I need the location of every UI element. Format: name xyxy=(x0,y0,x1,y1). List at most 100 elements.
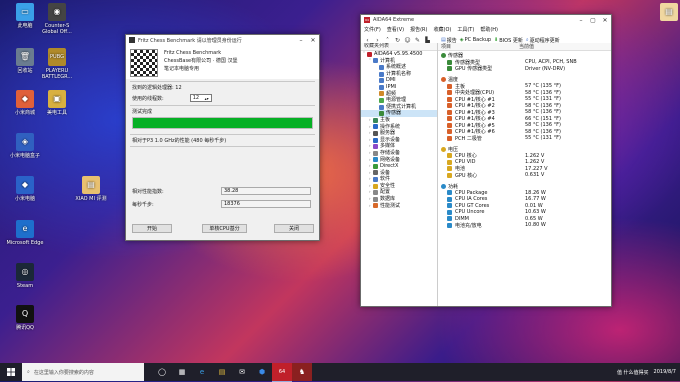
tree-item[interactable]: › 数据库 xyxy=(361,196,437,203)
close-button[interactable]: ✕ xyxy=(307,35,319,45)
tree-item[interactable]: 电源管理 xyxy=(361,97,437,104)
menu-item[interactable]: 收藏(O) xyxy=(434,26,452,33)
tree-item[interactable]: › 服务器 xyxy=(361,130,437,137)
sensor-icon xyxy=(447,203,452,209)
sensor-value: 58 °C (136 °F) xyxy=(525,102,561,109)
windows-logo-icon xyxy=(7,368,15,376)
tree-item-label: 主板 xyxy=(380,116,391,123)
desktop-icon[interactable]: ◎ Steam xyxy=(4,263,46,289)
sensor-row[interactable]: GPU 传感器类型 Driver (NV-DRV) xyxy=(441,66,611,72)
sensor-value: 58 °C (136 °F) xyxy=(525,109,561,116)
sensor-icon xyxy=(447,109,452,115)
desktop-icon[interactable]: ◉ Counter-S Global Off... xyxy=(36,3,78,35)
tree-item[interactable]: › 配置 xyxy=(361,189,437,196)
tree-item[interactable]: ˅ AIDA64 v5.95.4500 xyxy=(361,51,437,58)
tree-node-icon xyxy=(373,170,378,176)
sensor-value: 58 °C (136 °F) xyxy=(525,89,561,96)
taskbar-app-icon[interactable]: ◯ xyxy=(152,363,172,381)
taskbar-app-icon[interactable]: ✉ xyxy=(232,363,252,381)
sensor-row[interactable]: CPU 核心 1.262 V xyxy=(441,153,611,159)
tree-item[interactable]: › 显示设备 xyxy=(361,137,437,144)
tree-item[interactable]: › 性能测试 xyxy=(361,203,437,210)
detail-header-value[interactable]: 当前值 xyxy=(519,43,534,50)
close-button[interactable]: ✕ xyxy=(599,15,611,25)
sensor-row[interactable]: PCH 二极管 55 °C (131 °F) xyxy=(441,135,611,142)
tree-node-icon xyxy=(379,91,384,97)
desktop-icon[interactable]: ▤ XIAO MI 评测 xyxy=(70,176,112,202)
fritz-titlebar[interactable]: Fritz Chess Benchmark 请以管理员身份运行 – ✕ xyxy=(126,35,319,45)
desktop-icon[interactable]: ◆ 小米电脑 xyxy=(4,176,46,202)
taskbar-app-icon[interactable]: e xyxy=(192,363,212,381)
threads-stepper[interactable]: 12 ▴▾ xyxy=(189,94,212,102)
tree-node-icon xyxy=(379,97,384,103)
tray-time[interactable]: 2019/8/7 xyxy=(654,369,676,375)
tree-node-icon xyxy=(373,157,378,163)
aida-titlebar[interactable]: 64 AIDA64 Extreme – ▢ ✕ xyxy=(361,15,611,25)
taskbar-app-icon[interactable]: 64 xyxy=(272,362,292,382)
taskbar-app-icon[interactable]: ♞ xyxy=(292,362,312,381)
desktop-app-icon: ◎ xyxy=(16,263,34,281)
minimize-button[interactable]: – xyxy=(575,15,587,25)
sensor-row[interactable]: CPU Package 18.26 W xyxy=(441,190,611,197)
menu-item[interactable]: 文件(F) xyxy=(364,26,381,33)
tree-node-icon xyxy=(379,64,384,70)
maximize-button[interactable]: ▢ xyxy=(587,15,599,25)
tree-item[interactable]: 系统概述 xyxy=(361,64,437,71)
tree-item[interactable]: IPMI xyxy=(361,84,437,91)
sensor-row[interactable]: CPU IA Cores 16.77 W xyxy=(441,196,611,203)
menu-item[interactable]: 工具(T) xyxy=(457,26,474,33)
close-dialog-button[interactable]: 关闭 xyxy=(274,224,314,233)
desktop-icon[interactable]: Q 腾讯QQ xyxy=(4,305,46,331)
tree-pane: 收藏夹列表 ˅ AIDA64 v5.95.4500 ˅ 计算机 系统概述 计算机名称 DMI… xyxy=(361,43,438,306)
desktop-icon[interactable]: PUBG PLAYERU BATTLEGR... xyxy=(36,48,78,80)
desktop-icon[interactable]: e Microsoft Edge xyxy=(4,220,46,246)
desktop-icon[interactable]: ▣ 美电工具 xyxy=(36,90,78,116)
taskbar-search[interactable]: ⌕ 在这里输入你要搜索的内容 xyxy=(22,363,144,381)
progress-bar xyxy=(132,117,313,129)
tree-item-label: 存储设备 xyxy=(380,149,401,156)
tree-item-label: 多媒体 xyxy=(380,143,396,150)
desktop-icon[interactable]: ◈ 小米电脑盒子 xyxy=(4,133,46,159)
menu-item[interactable]: 帮助(H) xyxy=(480,26,498,33)
sensor-field: CPU IA Cores xyxy=(455,196,488,203)
tree-item[interactable]: › 操作系统 xyxy=(361,124,437,131)
taskbar-app-icon[interactable]: ▦ xyxy=(172,363,192,381)
sensor-field: CPU GT Cores xyxy=(455,202,490,209)
sensor-icon xyxy=(447,90,452,96)
sensor-row[interactable]: GPU 核心 0.631 V xyxy=(441,172,611,179)
tree-node-icon xyxy=(373,130,378,136)
tree-item[interactable]: › 存储设备 xyxy=(361,150,437,157)
tree-item[interactable]: › 网络设备 xyxy=(361,157,437,164)
tree-item-label: 电源管理 xyxy=(386,97,407,104)
taskbar-app-icon[interactable]: ⬢ xyxy=(252,363,272,381)
tree-item[interactable]: › 安全性 xyxy=(361,183,437,190)
tree-node-icon xyxy=(379,71,384,77)
menu-item[interactable]: 查看(V) xyxy=(387,26,404,33)
knodes-label: 每秒千步: xyxy=(132,202,154,208)
tree-item[interactable]: › 软件 xyxy=(361,176,437,183)
sensor-row[interactable]: CPU Uncore 10.63 W xyxy=(441,209,611,216)
sensor-icon xyxy=(447,153,452,159)
tree-item[interactable]: › DirectX xyxy=(361,163,437,170)
menu-item[interactable]: 报告(R) xyxy=(410,26,427,33)
tree-item[interactable]: › 主板 xyxy=(361,117,437,124)
detail-header-field[interactable]: 项目 xyxy=(441,43,519,50)
tree-node-icon xyxy=(373,190,378,196)
single-cpu-button[interactable]: 单核CPU基分 xyxy=(202,224,247,233)
start-button[interactable]: 开始 xyxy=(132,224,172,233)
sensor-row[interactable]: CPU GT Cores 0.01 W xyxy=(441,203,611,210)
tree-item[interactable]: › 多媒体 xyxy=(361,143,437,150)
tree-item[interactable]: 传感器 xyxy=(361,110,437,117)
tree-item[interactable]: DMI xyxy=(361,77,437,84)
minimize-button[interactable]: – xyxy=(295,35,307,45)
watermark: 值 什么值得买 xyxy=(616,369,649,376)
start-button[interactable] xyxy=(0,363,22,381)
sensor-row[interactable]: 电池充/放电 10.80 W xyxy=(441,222,611,229)
desktop-icon[interactable]: ▤ xyxy=(648,3,680,23)
taskbar-app-icon[interactable]: ▤ xyxy=(212,363,232,381)
tree-item[interactable]: 计算机名称 xyxy=(361,71,437,78)
tree-item[interactable]: › 设备 xyxy=(361,170,437,177)
fritz-window: Fritz Chess Benchmark 请以管理员身份运行 – ✕ Frit… xyxy=(125,34,320,241)
fritz-subtitle: 笔记本电脑专用 xyxy=(164,66,200,72)
stepper-arrows-icon[interactable]: ▴▾ xyxy=(205,96,209,101)
